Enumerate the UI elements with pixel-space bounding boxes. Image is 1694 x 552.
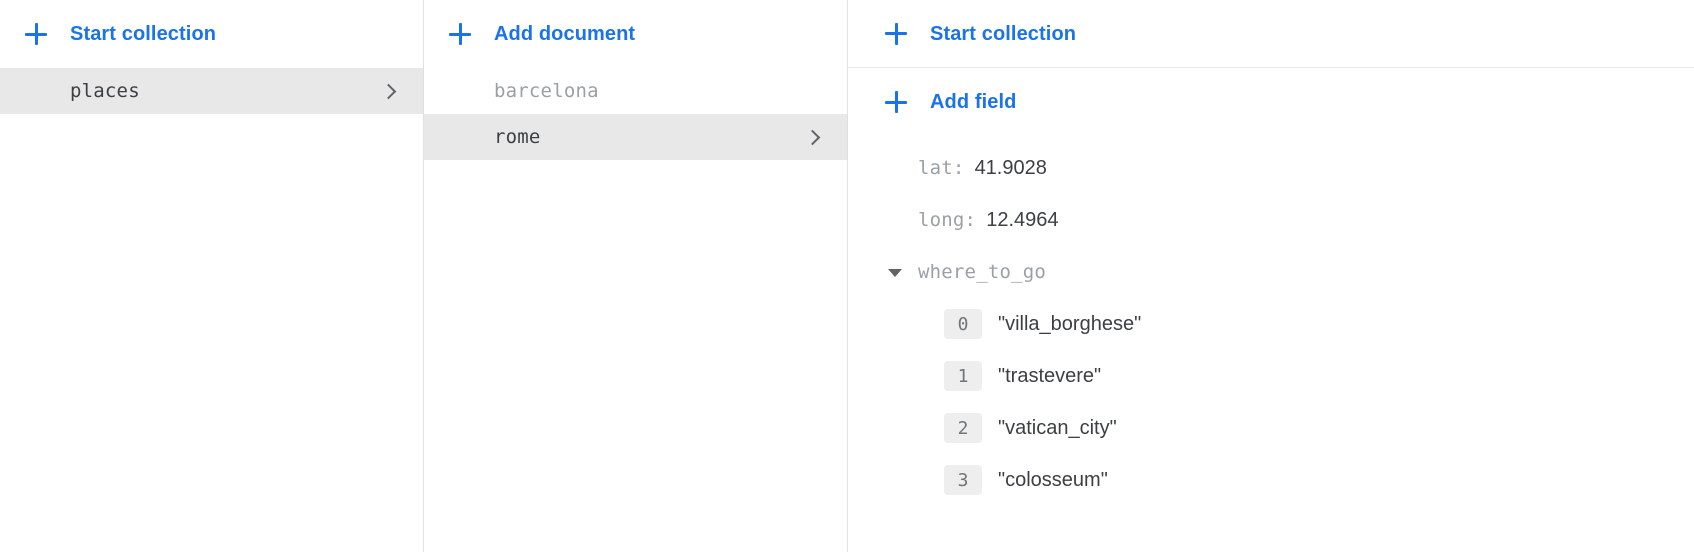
array-item-0[interactable]: 0 "villa_borghese": [848, 298, 1694, 350]
fields-list: lat: 41.9028 long: 12.4964 where_to_go 0…: [848, 136, 1694, 506]
field-row-long[interactable]: long: 12.4964: [848, 194, 1694, 246]
array-index-badge: 0: [944, 309, 982, 339]
array-item-3[interactable]: 3 "colosseum": [848, 454, 1694, 506]
plus-icon: [448, 22, 472, 46]
document-item-label: rome: [494, 126, 541, 148]
document-item-rome[interactable]: rome: [424, 114, 847, 160]
array-index-badge: 3: [944, 465, 982, 495]
array-item-1[interactable]: 1 "trastevere": [848, 350, 1694, 402]
start-collection-button[interactable]: Start collection: [848, 0, 1694, 68]
caret-placeholder-icon: [884, 157, 906, 179]
add-document-label: Add document: [494, 23, 636, 45]
start-collection-button[interactable]: Start collection: [0, 0, 423, 68]
array-index-badge: 1: [944, 361, 982, 391]
fields-panel: Start collection Add field lat: 41.9028 …: [848, 0, 1694, 552]
array-item-value: "villa_borghese": [998, 312, 1142, 335]
start-collection-label: Start collection: [930, 22, 1077, 45]
firestore-data-browser: Start collection places Add document bar…: [0, 0, 1694, 552]
collection-item-label: places: [70, 80, 140, 102]
collection-item-places[interactable]: places: [0, 68, 423, 114]
add-field-label: Add field: [930, 91, 1017, 113]
field-value: 41.9028: [974, 156, 1047, 179]
field-key: where_to_go: [918, 261, 1047, 283]
add-field-button[interactable]: Add field: [848, 68, 1694, 136]
document-item-barcelona[interactable]: barcelona: [424, 68, 847, 114]
array-item-value: "trastevere": [998, 364, 1102, 387]
chevron-right-icon: [805, 129, 821, 145]
array-item-value: "colosseum": [998, 468, 1108, 491]
plus-icon: [884, 22, 908, 46]
caret-down-icon[interactable]: [884, 261, 906, 283]
plus-icon: [884, 90, 908, 114]
field-row-lat[interactable]: lat: 41.9028: [848, 142, 1694, 194]
add-document-button[interactable]: Add document: [424, 0, 847, 68]
array-item-value: "vatican_city": [998, 416, 1117, 439]
field-key: lat:: [918, 157, 965, 179]
plus-icon: [24, 22, 48, 46]
documents-panel: Add document barcelona rome: [424, 0, 848, 552]
array-item-2[interactable]: 2 "vatican_city": [848, 402, 1694, 454]
caret-placeholder-icon: [884, 209, 906, 231]
field-row-where-to-go[interactable]: where_to_go: [848, 246, 1694, 298]
array-index-badge: 2: [944, 413, 982, 443]
document-item-label: barcelona: [494, 80, 599, 102]
field-value: 12.4964: [986, 208, 1059, 231]
start-collection-label: Start collection: [70, 23, 217, 45]
collections-panel: Start collection places: [0, 0, 424, 552]
chevron-right-icon: [381, 83, 397, 99]
field-key: long:: [918, 209, 977, 231]
